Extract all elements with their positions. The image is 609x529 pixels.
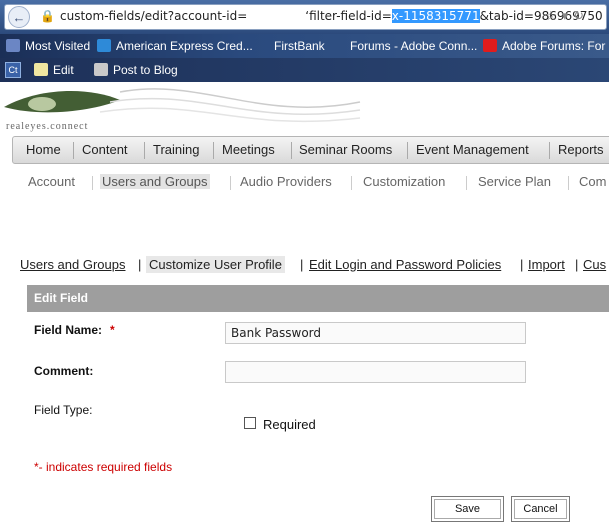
toolbar-blog-label: Post to Blog — [113, 63, 178, 77]
crumb-cus[interactable]: Cus — [583, 257, 606, 272]
url-part-2: ‘filter-field-id= — [305, 9, 392, 23]
comment-label: Comment: — [34, 364, 94, 378]
sub-nav: Account Users and Groups Audio Providers… — [0, 172, 609, 192]
toolbar-edit-label: Edit — [53, 63, 74, 77]
panel-title: Edit Field — [34, 291, 88, 305]
nav-training[interactable]: Training — [153, 142, 199, 157]
save-button[interactable]: Save — [431, 496, 504, 522]
bookmarks-bar: Most Visited American Express Cred... Fi… — [0, 34, 609, 58]
field-type-label: Field Type: — [34, 403, 93, 417]
field-name-label-text: Field Name: — [34, 323, 103, 337]
subnav-audio-providers[interactable]: Audio Providers — [240, 174, 332, 189]
nav-divider — [213, 142, 214, 159]
adobe-icon — [483, 39, 497, 52]
nav-divider — [144, 142, 145, 159]
url-selection: x-1158315771 — [391, 9, 480, 23]
required-fields-note: *- indicates required fields — [34, 460, 173, 474]
nav-home[interactable]: Home — [26, 142, 61, 157]
subnav-account[interactable]: Account — [28, 174, 75, 189]
required-star: * — [110, 323, 115, 337]
nav-divider — [407, 142, 408, 159]
nav-divider — [73, 142, 74, 159]
url-bar-controls: ☆▾↻ — [545, 8, 589, 24]
crumb-import[interactable]: Import — [528, 257, 565, 272]
nav-meetings[interactable]: Meetings — [222, 142, 275, 157]
breadcrumb: Users and Groups | Customize User Profil… — [0, 256, 609, 276]
blog-icon — [94, 63, 108, 76]
edit-icon — [34, 63, 48, 76]
nav-divider — [291, 142, 292, 159]
subnav-com[interactable]: Com — [579, 174, 606, 189]
bookmark-amex[interactable]: American Express Cred... — [97, 39, 253, 53]
subnav-divider — [568, 176, 569, 190]
subnav-divider — [230, 176, 231, 190]
app-header: realeyes.connect — [0, 82, 609, 134]
nav-divider — [549, 142, 550, 159]
field-name-label: Field Name: * — [34, 323, 115, 337]
crumb-customize-user-profile: Customize User Profile — [146, 256, 285, 273]
refresh-icon[interactable]: ↻ — [573, 8, 589, 23]
bookmark-most-visited[interactable]: Most Visited — [6, 39, 90, 53]
lock-icon: 🔒 — [40, 9, 55, 23]
logo-text: realeyes.connect — [6, 121, 89, 132]
bookmark-adobe-conn[interactable]: Forums - Adobe Conn... — [350, 39, 477, 53]
subnav-service-plan[interactable]: Service Plan — [478, 174, 551, 189]
main-nav: Home Content Training Meetings Seminar R… — [12, 136, 609, 164]
back-button[interactable]: ← — [8, 6, 30, 28]
subnav-divider — [92, 176, 93, 190]
comment-input[interactable] — [225, 361, 526, 383]
logo-swoosh — [4, 88, 361, 123]
subnav-divider — [351, 176, 352, 190]
bookmark-folder-icon — [6, 39, 20, 52]
contribute-badge[interactable]: Ct — [5, 62, 21, 78]
url-text[interactable]: custom-fields/edit?account-id= ‘filter-fi… — [60, 9, 603, 23]
crumb-users-and-groups[interactable]: Users and Groups — [20, 257, 126, 272]
bookmark-firstbank[interactable]: FirstBank — [274, 39, 325, 53]
edit-field-panel-header: Edit Field — [27, 285, 609, 312]
bookmark-adobe-forums[interactable]: Adobe Forums: For — [483, 39, 605, 53]
url-part-1: custom-fields/edit?account-id= — [60, 9, 248, 23]
cancel-button[interactable]: Cancel — [511, 496, 570, 522]
bookmark-label: Forums - Adobe Conn... — [350, 39, 478, 53]
bookmark-label: Most Visited — [25, 39, 91, 53]
star-icon[interactable]: ☆ — [545, 8, 562, 23]
secondary-toolbar: Ct Edit Post to Blog — [0, 58, 609, 82]
crumb-separator: | — [575, 257, 579, 272]
back-arrow-icon: ← — [12, 9, 26, 25]
nav-event-management[interactable]: Event Management — [416, 142, 529, 157]
toolbar-post-to-blog[interactable]: Post to Blog — [94, 63, 178, 77]
amex-icon — [97, 39, 111, 52]
subnav-customization[interactable]: Customization — [363, 174, 445, 189]
required-checkbox[interactable] — [244, 417, 256, 429]
crumb-separator: | — [138, 257, 142, 272]
nav-reports[interactable]: Reports — [558, 142, 604, 157]
subnav-divider — [466, 176, 467, 190]
toolbar-edit[interactable]: Edit — [34, 63, 74, 77]
crumb-edit-login-password-policies[interactable]: Edit Login and Password Policies — [309, 257, 501, 272]
dropdown-icon[interactable]: ▾ — [562, 8, 574, 23]
required-checkbox-label: Required — [263, 417, 316, 432]
bookmark-label: FirstBank — [274, 39, 325, 53]
bookmark-label: American Express Cred... — [116, 39, 253, 53]
crumb-separator: | — [300, 257, 304, 272]
crumb-separator: | — [520, 257, 524, 272]
browser-url-bar: ← 🔒 custom-fields/edit?account-id= ‘filte… — [0, 0, 609, 34]
nav-content[interactable]: Content — [82, 142, 128, 157]
field-name-input[interactable] — [225, 322, 526, 344]
bookmark-label: Adobe Forums: For — [502, 39, 606, 53]
subnav-users-and-groups[interactable]: Users and Groups — [100, 174, 210, 189]
nav-seminar-rooms[interactable]: Seminar Rooms — [299, 142, 392, 157]
